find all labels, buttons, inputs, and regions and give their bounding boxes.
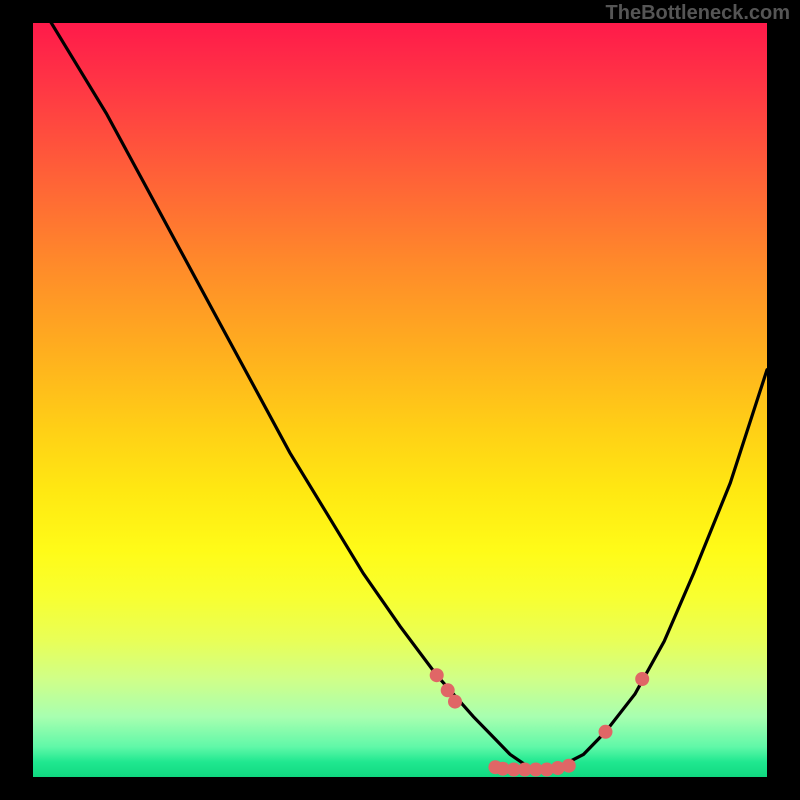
watermark-text: TheBottleneck.com (606, 2, 790, 25)
curve-layer (33, 23, 767, 777)
data-marker (599, 725, 613, 739)
data-marker (562, 759, 576, 773)
data-marker (430, 668, 444, 682)
marker-group (430, 668, 650, 776)
bottleneck-curve (33, 23, 767, 770)
data-marker (635, 672, 649, 686)
plot-area (33, 23, 767, 777)
data-marker (448, 695, 462, 709)
